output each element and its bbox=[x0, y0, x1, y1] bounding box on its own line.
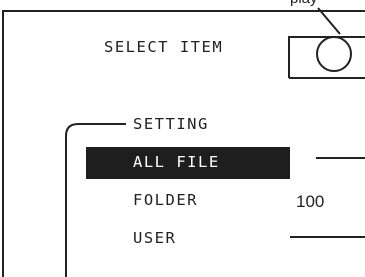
folder-value: 100 bbox=[296, 192, 325, 211]
menu-item-user[interactable]: USER bbox=[133, 230, 176, 247]
select-item-label: SELECT ITEM bbox=[104, 38, 224, 56]
menu-item-folder[interactable]: FOLDER bbox=[133, 192, 198, 209]
setting-title: SETTING bbox=[133, 115, 209, 133]
callout-label: play bbox=[290, 0, 318, 6]
icon-box bbox=[288, 36, 365, 78]
menu-item-label: ALL FILE bbox=[133, 153, 220, 171]
screen-diagram: play SELECT ITEM SETTING ALL FILE FOLDER… bbox=[0, 0, 365, 277]
